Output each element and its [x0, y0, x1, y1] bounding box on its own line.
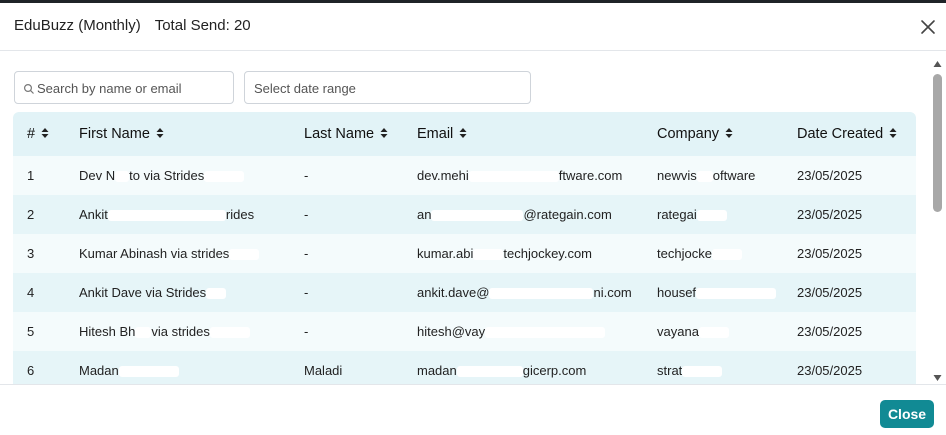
table-body: 1 Dev Nto via Strides - dev.mehi ftware.c…: [13, 156, 916, 384]
vertical-scrollbar[interactable]: [930, 58, 944, 384]
redaction-mark: [473, 249, 504, 261]
column-header-first-name[interactable]: First Name: [65, 112, 290, 156]
recipients-table-wrap: # First Name Last Name Email Company Dat…: [13, 112, 916, 384]
search-box[interactable]: [14, 71, 234, 104]
chevron-up-icon[interactable]: [933, 60, 942, 68]
cell-last-name: -: [290, 312, 403, 351]
cell-last-name: Maladi: [290, 351, 403, 384]
sort-icon: [889, 128, 897, 138]
redaction-mark: [107, 210, 226, 222]
cell-first-name: Dev Nto via Strides: [65, 156, 290, 195]
table-row: 3 Kumar Abinash via strides - kumar.abi t…: [13, 234, 916, 273]
redaction-mark: [209, 327, 250, 339]
redaction-mark: [485, 327, 606, 339]
close-icon[interactable]: [918, 17, 938, 37]
column-header-company[interactable]: Company: [643, 112, 783, 156]
cell-company: newvis oftware: [643, 156, 783, 195]
cell-date-created: 23/05/2025: [783, 273, 916, 312]
table-row: 1 Dev Nto via Strides - dev.mehi ftware.c…: [13, 156, 916, 195]
search-input[interactable]: [37, 79, 227, 97]
sort-icon: [156, 128, 164, 138]
search-icon: [23, 83, 34, 94]
modal-title-total: Total Send: 20: [154, 17, 251, 34]
modal-title: EduBuzz (Monthly) Total Send: 20: [14, 17, 251, 34]
modal-title-app: EduBuzz (Monthly): [14, 17, 141, 34]
cell-last-name: -: [290, 156, 403, 195]
cell-number: 1: [13, 156, 65, 195]
column-header-email[interactable]: Email: [403, 112, 643, 156]
redaction-mark: [229, 249, 260, 261]
cell-first-name: Kumar Abinash via strides: [65, 234, 290, 273]
cell-number: 5: [13, 312, 65, 351]
sort-icon: [459, 128, 467, 138]
chevron-down-icon[interactable]: [933, 374, 942, 382]
redaction-mark: [135, 327, 152, 339]
cell-company: strat: [643, 351, 783, 384]
redaction-mark: [489, 288, 594, 300]
cell-date-created: 23/05/2025: [783, 156, 916, 195]
cell-company: housef: [643, 273, 783, 312]
redaction-mark: [204, 171, 245, 183]
redaction-mark: [118, 366, 179, 378]
redaction-mark: [711, 249, 742, 261]
column-header-date-created[interactable]: Date Created: [783, 112, 916, 156]
table-row: 6 Madan Maladi madan gicerp.com strat 23/…: [13, 351, 916, 384]
cell-first-name: Ankit Dave via Strides: [65, 273, 290, 312]
cell-email: dev.mehi ftware.com: [403, 156, 643, 195]
redaction-mark: [696, 171, 713, 183]
modal-footer: Close: [0, 384, 946, 435]
cell-last-name: -: [290, 273, 403, 312]
redaction-mark: [468, 171, 559, 183]
sort-icon: [380, 128, 388, 138]
cell-date-created: 23/05/2025: [783, 351, 916, 384]
column-header-last-name[interactable]: Last Name: [290, 112, 403, 156]
column-header-number[interactable]: #: [13, 112, 65, 156]
modal-header: EduBuzz (Monthly) Total Send: 20: [0, 3, 946, 51]
cell-company: rategai: [643, 195, 783, 234]
close-button[interactable]: Close: [880, 400, 934, 428]
cell-number: 4: [13, 273, 65, 312]
cell-number: 3: [13, 234, 65, 273]
modal-body: # First Name Last Name Email Company Dat…: [0, 52, 946, 384]
cell-date-created: 23/05/2025: [783, 234, 916, 273]
cell-date-created: 23/05/2025: [783, 195, 916, 234]
cell-last-name: -: [290, 234, 403, 273]
send-report-modal: EduBuzz (Monthly) Total Send: 20 Search …: [0, 3, 946, 435]
redaction-mark: [682, 366, 723, 378]
redaction-mark: [206, 288, 227, 300]
table-row: 5 Hitesh Bh via strides - hitesh@vay vaya…: [13, 312, 916, 351]
cell-number: 6: [13, 351, 65, 384]
cell-first-name: Hitesh Bh via strides: [65, 312, 290, 351]
cell-email: hitesh@vay: [403, 312, 643, 351]
cell-email: madan gicerp.com: [403, 351, 643, 384]
recipients-table: # First Name Last Name Email Company Dat…: [13, 112, 916, 384]
sort-icon: [725, 128, 733, 138]
cell-first-name: Ankit rides: [65, 195, 290, 234]
cell-company: vayana: [643, 312, 783, 351]
cell-date-created: 23/05/2025: [783, 312, 916, 351]
cell-email: ankit.dave@ ni.com: [403, 273, 643, 312]
cell-first-name: Madan: [65, 351, 290, 384]
redaction-mark: [698, 327, 729, 339]
redaction-mark: [456, 366, 523, 378]
table-row: 2 Ankit rides - an @rategain.com rategai 2…: [13, 195, 916, 234]
cell-email: an @rategain.com: [403, 195, 643, 234]
table-header-row: # First Name Last Name Email Company Dat…: [13, 112, 916, 156]
redaction-mark: [696, 288, 777, 300]
redaction-mark: [115, 171, 130, 183]
redaction-mark: [696, 210, 727, 222]
scrollbar-thumb[interactable]: [933, 74, 942, 212]
sort-icon: [41, 128, 49, 138]
table-row: 4 Ankit Dave via Strides - ankit.dave@ ni…: [13, 273, 916, 312]
date-range-input[interactable]: [254, 79, 524, 97]
cell-email: kumar.abi techjockey.com: [403, 234, 643, 273]
date-range-box[interactable]: [244, 71, 531, 104]
redaction-mark: [431, 210, 524, 222]
cell-last-name: -: [290, 195, 403, 234]
cell-number: 2: [13, 195, 65, 234]
cell-company: techjocke: [643, 234, 783, 273]
